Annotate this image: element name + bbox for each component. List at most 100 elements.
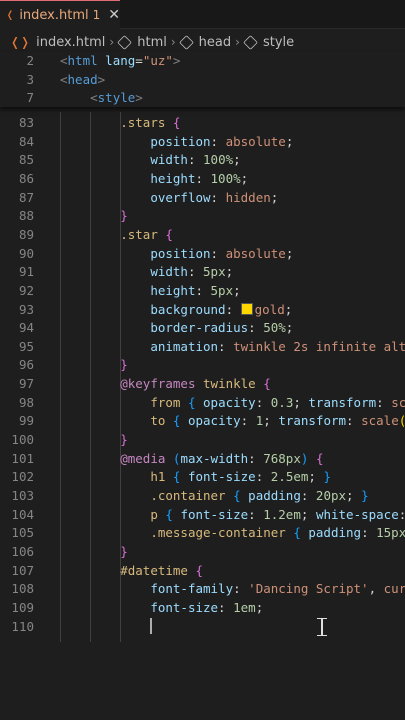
token: :: [248, 506, 264, 522]
code-line-87[interactable]: 87 overflow: hidden;: [0, 189, 405, 208]
line-number: 105: [11, 525, 34, 541]
code-line-101[interactable]: 101 @media (max-width: 768px) {: [0, 450, 405, 469]
code-line-98[interactable]: 98 from { opacity: 0.3; transform: sc: [0, 394, 405, 413]
token: 5px: [210, 282, 234, 298]
code-line-108[interactable]: 108 font-family: 'Dancing Script', cur: [0, 580, 405, 599]
line-number: 98: [18, 394, 34, 410]
code-line-91[interactable]: 91 width: 5px;: [0, 263, 405, 282]
tab-index-html[interactable]: ❬ index.html 1 ✕: [0, 0, 120, 29]
token: :: [300, 488, 316, 503]
token: :: [248, 450, 264, 466]
breadcrumb-item-style[interactable]: style: [263, 35, 294, 50]
code-line-110[interactable]: 110: [0, 617, 405, 637]
token: font-family: [150, 581, 234, 597]
token: :: [255, 394, 271, 410]
token: hidden: [225, 189, 271, 205]
code-text: [60, 617, 153, 637]
chevron-right-icon: ›: [109, 35, 115, 49]
token: :: [210, 133, 226, 149]
token: ;: [346, 488, 362, 503]
code-line-88[interactable]: 88 }: [0, 207, 405, 226]
code-line-2[interactable]: 2 <html lang="uz">: [0, 52, 405, 71]
code-line-89[interactable]: 89 .star {: [0, 226, 405, 245]
code-text: to { opacity: 1; transform: scale(: [60, 412, 405, 431]
code-text: border-radius: 50%;: [60, 319, 293, 338]
token: :: [346, 413, 362, 429]
token: width: [150, 152, 188, 168]
code-line-3[interactable]: 3 <head>: [0, 71, 405, 90]
token: @keyframes: [120, 376, 196, 392]
code-line-83[interactable]: 83 .stars {: [0, 114, 405, 133]
code-line-104[interactable]: 104 p { font-size: 1.2em; white-space:: [0, 506, 405, 525]
breadcrumb-item-head[interactable]: head: [199, 35, 231, 50]
token: :: [218, 599, 234, 615]
token: 100%: [210, 170, 241, 186]
code-text: from { opacity: 0.3; transform: sc: [60, 394, 405, 413]
token: ;: [270, 189, 279, 205]
token: 5px: [203, 264, 226, 280]
token: p: [150, 506, 158, 522]
code-line-97[interactable]: 97 @keyframes twinkle {: [0, 375, 405, 394]
close-icon[interactable]: ✕: [108, 7, 120, 23]
line-number: 101: [11, 450, 34, 466]
code-line-84[interactable]: 84 position: absolute;: [0, 133, 405, 152]
code-text: position: absolute;: [60, 245, 293, 264]
code-line-103[interactable]: 103 .container { padding: 20px; }: [0, 487, 405, 506]
breadcrumb-file[interactable]: index.html: [36, 35, 105, 50]
line-number: 95: [18, 338, 34, 354]
token: from: [150, 394, 181, 410]
token: :: [210, 189, 226, 205]
code-text: .container { padding: 20px; }: [60, 487, 368, 506]
code-text: }: [60, 543, 128, 562]
code-text: p { font-size: 1.2em; white-space:: [60, 506, 405, 525]
code-line-96[interactable]: 96 }: [0, 356, 405, 375]
code-line-93[interactable]: 93 background: gold;: [0, 301, 405, 320]
code-text: }: [60, 431, 128, 450]
code-line-105[interactable]: 105 .message-container { padding: 15px: [0, 524, 405, 543]
token: h1: [150, 469, 166, 485]
code-editor[interactable]: 83 .stars {84 position: absolute; 85 widt…: [0, 112, 405, 720]
token: :: [187, 152, 204, 168]
code-line-95[interactable]: 95 animation: twinkle 2s infinite alt: [0, 338, 405, 357]
code-line-107[interactable]: 107 #datetime {: [0, 562, 405, 581]
code-line-100[interactable]: 100 }: [0, 431, 405, 450]
code-line-7[interactable]: 7 <style>: [0, 89, 405, 108]
token: ;: [233, 282, 241, 298]
token: height: [150, 170, 196, 186]
code-line-86[interactable]: 86 height: 100%;: [0, 170, 405, 189]
code-line-109[interactable]: 109 font-size: 1em;: [0, 599, 405, 618]
code-line-94[interactable]: 94 border-radius: 50%;: [0, 319, 405, 338]
code-line-99[interactable]: 99 to { opacity: 1; transform: scale(: [0, 412, 405, 431]
sticky-scroll[interactable]: 2 <html lang="uz"> 3 <head> 7 <style>: [0, 52, 405, 107]
chevron-right-icon: ›: [170, 35, 176, 49]
token: ;: [255, 599, 264, 615]
code-line-85[interactable]: 85 width: 100%;: [0, 151, 405, 170]
token: cur: [383, 581, 405, 597]
token: <: [60, 71, 68, 87]
token: (: [399, 413, 405, 428]
token: :: [195, 282, 211, 298]
breadcrumb-item-html[interactable]: html: [137, 35, 167, 50]
token: absolute: [225, 245, 286, 261]
line-number: 3: [26, 71, 34, 87]
line-number: 94: [18, 320, 34, 336]
code-line-106[interactable]: 106 }: [0, 543, 405, 562]
code-text: <style>: [60, 89, 143, 108]
tab-bar: ❬ index.html 1 ✕: [0, 0, 405, 29]
line-number: 97: [18, 376, 34, 392]
code-line-102[interactable]: 102 h1 { font-size: 2.5em; }: [0, 468, 405, 487]
code-line-92[interactable]: 92 height: 5px;: [0, 282, 405, 301]
token: border-radius: [150, 320, 249, 336]
code-line-90[interactable]: 90 position: absolute;: [0, 245, 405, 264]
